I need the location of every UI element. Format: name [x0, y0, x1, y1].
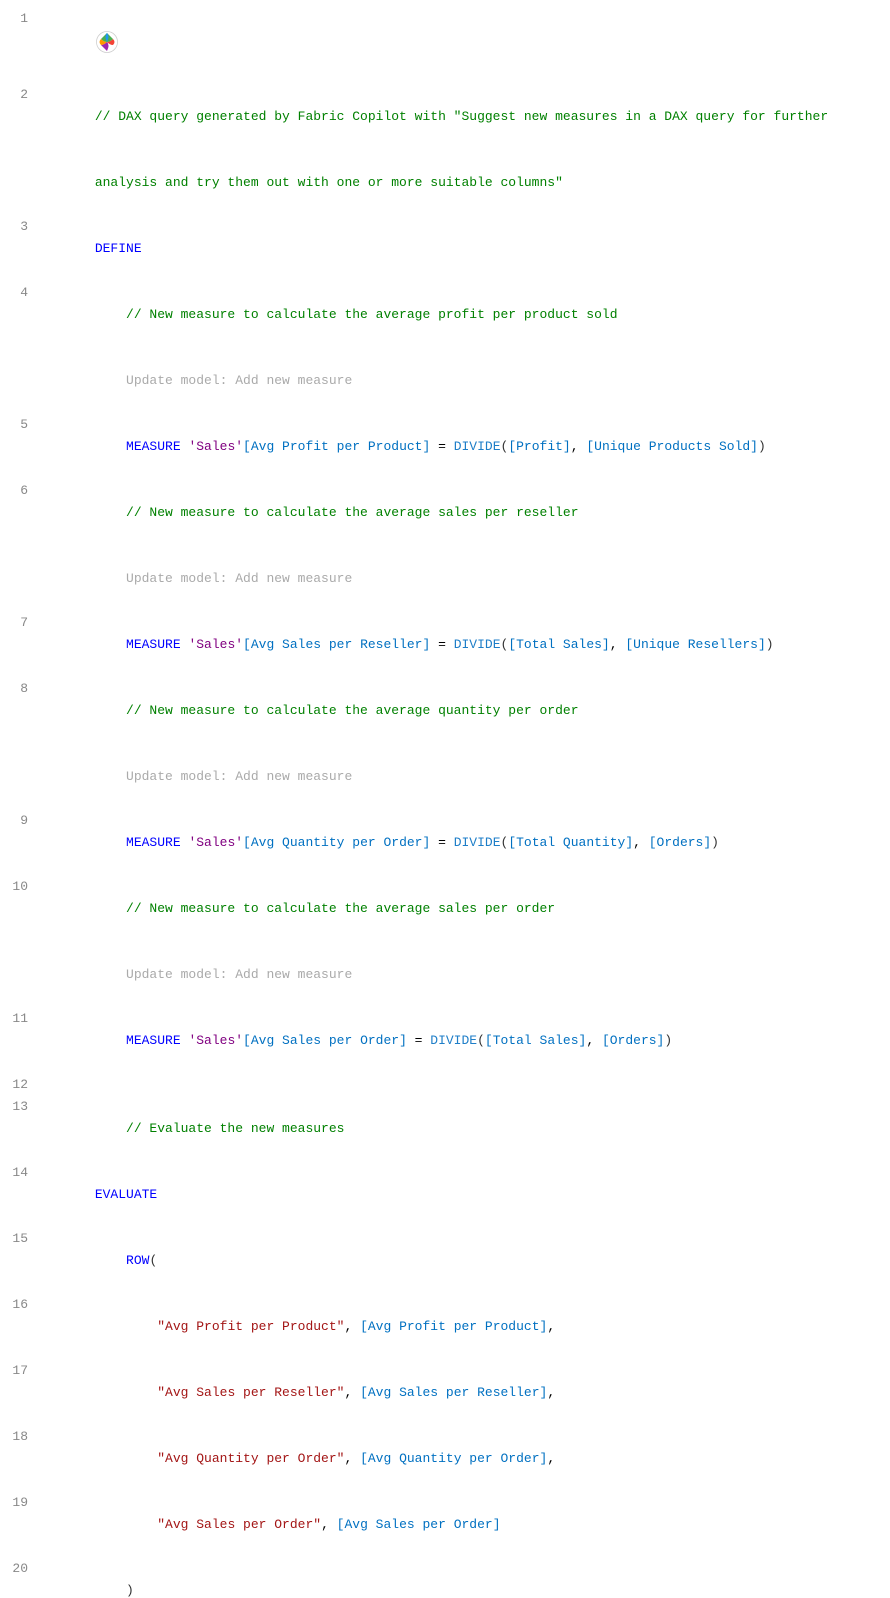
- line-num-20: 20: [0, 1558, 40, 1580]
- line-num-12: 12: [0, 1074, 40, 1096]
- line-content-8: // New measure to calculate the average …: [40, 678, 890, 744]
- code-line-10b: Update model: Add new measure: [0, 942, 890, 1008]
- line-content-4b: Update model: Add new measure: [40, 348, 890, 414]
- line-num-14: 14: [0, 1162, 40, 1184]
- line-num-18: 18: [0, 1426, 40, 1448]
- line-num-11: 11: [0, 1008, 40, 1030]
- line-content-11: MEASURE 'Sales'[Avg Sales per Order] = D…: [40, 1008, 890, 1074]
- code-line-1: 1: [0, 8, 890, 84]
- code-line-16: 16 "Avg Profit per Product", [Avg Profit…: [0, 1294, 890, 1360]
- line-content-9: MEASURE 'Sales'[Avg Quantity per Order] …: [40, 810, 890, 876]
- code-line-6b: Update model: Add new measure: [0, 546, 890, 612]
- code-line-14: 14 EVALUATE: [0, 1162, 890, 1228]
- code-line-2: 2 // DAX query generated by Fabric Copil…: [0, 84, 890, 150]
- line-content-2: // DAX query generated by Fabric Copilot…: [40, 84, 890, 150]
- code-line-4: 4 // New measure to calculate the averag…: [0, 282, 890, 348]
- line-content-10b: Update model: Add new measure: [40, 942, 890, 1008]
- line-content-2b: analysis and try them out with one or mo…: [40, 150, 890, 216]
- code-line-18: 18 "Avg Quantity per Order", [Avg Quanti…: [0, 1426, 890, 1492]
- line-content-8b: Update model: Add new measure: [40, 744, 890, 810]
- code-line-9: 9 MEASURE 'Sales'[Avg Quantity per Order…: [0, 810, 890, 876]
- line-content-20: ): [40, 1558, 890, 1598]
- line-content-10: // New measure to calculate the average …: [40, 876, 890, 942]
- code-editor[interactable]: 1 2 // DAX query generated by Fabric Cop…: [0, 0, 890, 1598]
- code-line-19: 19 "Avg Sales per Order", [Avg Sales per…: [0, 1492, 890, 1558]
- code-line-8b: Update model: Add new measure: [0, 744, 890, 810]
- code-line-11: 11 MEASURE 'Sales'[Avg Sales per Order] …: [0, 1008, 890, 1074]
- code-line-4b: Update model: Add new measure: [0, 348, 890, 414]
- line-content-14: EVALUATE: [40, 1162, 890, 1228]
- line-num-1: 1: [0, 8, 40, 30]
- line-num-13: 13: [0, 1096, 40, 1118]
- line-content-6b: Update model: Add new measure: [40, 546, 890, 612]
- code-line-13: 13 // Evaluate the new measures: [0, 1096, 890, 1162]
- line-num-3: 3: [0, 216, 40, 238]
- code-line-15: 15 ROW(: [0, 1228, 890, 1294]
- line-content-12: [40, 1074, 890, 1096]
- code-line-3: 3 DEFINE: [0, 216, 890, 282]
- line-content-13: // Evaluate the new measures: [40, 1096, 890, 1162]
- line-num-8: 8: [0, 678, 40, 700]
- line-content-19: "Avg Sales per Order", [Avg Sales per Or…: [40, 1492, 890, 1558]
- code-line-17: 17 "Avg Sales per Reseller", [Avg Sales …: [0, 1360, 890, 1426]
- code-line-10: 10 // New measure to calculate the avera…: [0, 876, 890, 942]
- code-line-8: 8 // New measure to calculate the averag…: [0, 678, 890, 744]
- line-num-17: 17: [0, 1360, 40, 1382]
- code-line-20: 20 ): [0, 1558, 890, 1598]
- line-num-15: 15: [0, 1228, 40, 1250]
- line-content-16: "Avg Profit per Product", [Avg Profit pe…: [40, 1294, 890, 1360]
- line-content-1: [40, 8, 890, 84]
- line-content-3: DEFINE: [40, 216, 890, 282]
- line-num-16: 16: [0, 1294, 40, 1316]
- code-line-7: 7 MEASURE 'Sales'[Avg Sales per Reseller…: [0, 612, 890, 678]
- line-content-6: // New measure to calculate the average …: [40, 480, 890, 546]
- line-num-19: 19: [0, 1492, 40, 1514]
- line-num-9: 9: [0, 810, 40, 832]
- line-content-17: "Avg Sales per Reseller", [Avg Sales per…: [40, 1360, 890, 1426]
- code-line-5: 5 MEASURE 'Sales'[Avg Profit per Product…: [0, 414, 890, 480]
- line-content-15: ROW(: [40, 1228, 890, 1294]
- line-content-7: MEASURE 'Sales'[Avg Sales per Reseller] …: [40, 612, 890, 678]
- code-line-2b: analysis and try them out with one or mo…: [0, 150, 890, 216]
- line-num-10: 10: [0, 876, 40, 898]
- line-num-5: 5: [0, 414, 40, 436]
- code-line-12: 12: [0, 1074, 890, 1096]
- line-content-4: // New measure to calculate the average …: [40, 282, 890, 348]
- code-line-6: 6 // New measure to calculate the averag…: [0, 480, 890, 546]
- line-num-4: 4: [0, 282, 40, 304]
- line-num-2: 2: [0, 84, 40, 106]
- line-content-18: "Avg Quantity per Order", [Avg Quantity …: [40, 1426, 890, 1492]
- line-num-7: 7: [0, 612, 40, 634]
- line-content-5: MEASURE 'Sales'[Avg Profit per Product] …: [40, 414, 890, 480]
- line-num-6: 6: [0, 480, 40, 502]
